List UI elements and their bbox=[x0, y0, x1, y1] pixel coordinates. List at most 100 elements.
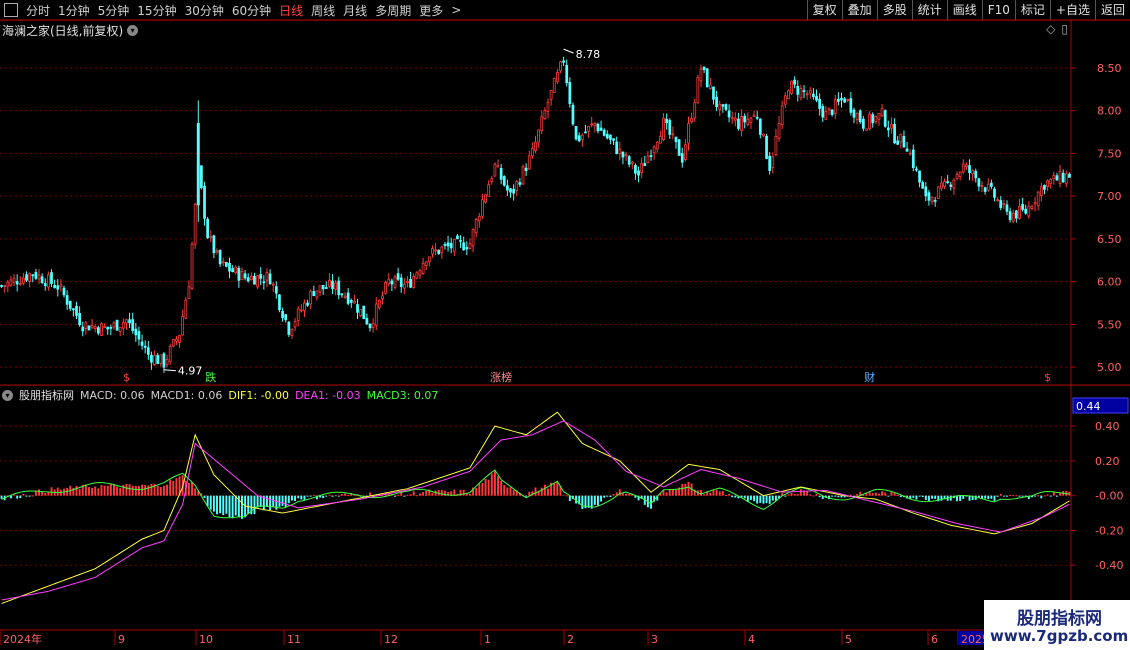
x-tick-label: 9 bbox=[118, 633, 125, 646]
candle-body bbox=[477, 215, 481, 222]
candle-body bbox=[459, 239, 462, 242]
x-tick-label: 3 bbox=[651, 633, 658, 646]
candle-body bbox=[1046, 180, 1049, 187]
macd-bar bbox=[734, 495, 737, 498]
macd-bar bbox=[331, 495, 334, 497]
candle-body bbox=[527, 155, 531, 170]
macd-bar bbox=[303, 495, 306, 500]
candle-body bbox=[6, 281, 10, 287]
candle-body bbox=[674, 136, 678, 142]
candle-body bbox=[143, 345, 147, 348]
macd-bar bbox=[131, 485, 134, 496]
candle-body bbox=[502, 176, 506, 186]
x-tick-label: 2024年 bbox=[3, 632, 42, 646]
candle-body bbox=[121, 322, 125, 329]
candle-body bbox=[399, 277, 403, 288]
candle-body bbox=[540, 116, 544, 132]
macd-bar bbox=[113, 484, 115, 496]
macd-bar bbox=[668, 489, 671, 496]
candle-body bbox=[134, 328, 138, 336]
macd-bar bbox=[234, 495, 237, 516]
candle-body bbox=[1005, 204, 1009, 212]
candle-body bbox=[924, 186, 928, 197]
candle-body bbox=[159, 354, 163, 364]
candle-body bbox=[3, 285, 7, 287]
candle-body bbox=[621, 151, 625, 158]
candle-body bbox=[209, 235, 213, 238]
candle-body bbox=[684, 144, 687, 161]
y-tick-label: 5.50 bbox=[1097, 318, 1122, 331]
chevron-down-icon[interactable]: ▾ bbox=[2, 389, 13, 401]
candle-body bbox=[559, 61, 562, 72]
candle-body bbox=[93, 326, 97, 329]
candle-body bbox=[1021, 204, 1024, 210]
macd-bar bbox=[731, 495, 734, 498]
macd-bar bbox=[831, 495, 834, 497]
macd-bar bbox=[91, 487, 94, 496]
y-tick-label: 5.00 bbox=[1097, 361, 1122, 374]
macd-bar bbox=[109, 484, 112, 496]
candle-body bbox=[808, 90, 812, 94]
kline-chart[interactable]: 8.50 8.00 7.50 7.00 6.50 6.00 5.50 5.00 0.40 0.20… bbox=[0, 0, 1130, 650]
candle-body bbox=[1002, 203, 1006, 206]
candle-body bbox=[833, 99, 837, 114]
candle-body bbox=[627, 156, 631, 165]
candle-body bbox=[156, 355, 160, 364]
candle-body bbox=[87, 325, 91, 331]
macd-bar bbox=[419, 493, 421, 496]
candle-body bbox=[381, 295, 384, 299]
candle-body bbox=[974, 170, 978, 179]
candle-body bbox=[337, 280, 341, 296]
candle-body bbox=[812, 93, 815, 98]
candle-body bbox=[949, 184, 953, 187]
candle-body bbox=[702, 66, 706, 70]
watermark-logo: 股朋指标网 bbox=[1017, 609, 1102, 629]
candle-body bbox=[790, 80, 793, 94]
macd-bar bbox=[915, 495, 918, 500]
candle-body bbox=[1036, 191, 1040, 207]
macd-bar bbox=[119, 488, 122, 496]
macd-bar bbox=[306, 495, 309, 497]
candle-body bbox=[443, 244, 447, 246]
macd-bar bbox=[728, 493, 731, 496]
candle-body bbox=[415, 272, 419, 279]
low-label-line bbox=[163, 369, 176, 372]
candle-body bbox=[659, 136, 662, 144]
candle-body bbox=[696, 77, 700, 104]
candle-body bbox=[815, 95, 818, 101]
macd-bar bbox=[784, 495, 787, 497]
macd-bar bbox=[9, 495, 12, 499]
macd-bar bbox=[159, 487, 162, 496]
candle-body bbox=[462, 242, 466, 251]
macd-bar bbox=[34, 491, 37, 496]
candle-body bbox=[886, 127, 890, 131]
candle-body bbox=[409, 278, 412, 288]
candle-body bbox=[281, 310, 284, 319]
macd-bar bbox=[709, 492, 712, 496]
candle-body bbox=[365, 317, 369, 325]
candle-body bbox=[634, 165, 637, 174]
macd-bar bbox=[137, 485, 140, 496]
candle-body bbox=[787, 90, 790, 99]
candle-body bbox=[221, 261, 225, 264]
macd-bar bbox=[749, 495, 752, 500]
macd-bar bbox=[493, 471, 496, 496]
candle-body bbox=[512, 188, 516, 194]
candle-body bbox=[81, 326, 85, 332]
candle-body bbox=[890, 123, 893, 129]
macd-bar bbox=[259, 495, 262, 507]
macd-bar bbox=[712, 489, 715, 496]
candle-body bbox=[312, 291, 316, 297]
macd-bar bbox=[625, 493, 628, 496]
macd-bar bbox=[756, 495, 759, 504]
macd-bar bbox=[884, 492, 887, 496]
macd-bar bbox=[1049, 495, 1052, 497]
candle-body bbox=[521, 166, 525, 185]
candle-body bbox=[146, 347, 150, 355]
indicator-value: DEA1: -0.03 bbox=[295, 388, 361, 402]
candle-body bbox=[1039, 186, 1043, 196]
candle-body bbox=[50, 272, 53, 284]
candle-body bbox=[1011, 213, 1015, 222]
macd-bar bbox=[191, 482, 193, 496]
macd-bar bbox=[996, 495, 999, 497]
